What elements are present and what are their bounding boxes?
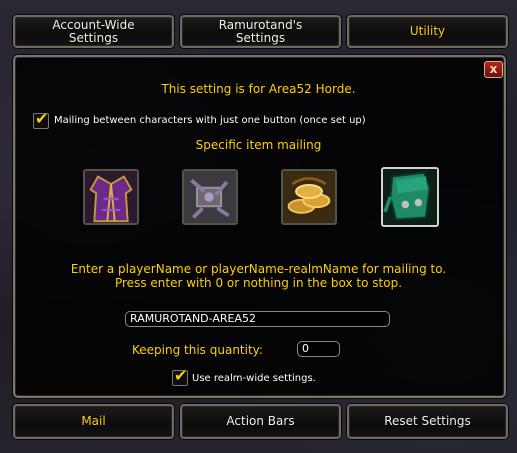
- item-slot-device[interactable]: [182, 169, 238, 225]
- tab-utility-label: Utility: [409, 24, 446, 38]
- green-leather-bag-icon: [383, 169, 437, 225]
- tab-character-line2: Settings: [235, 30, 286, 45]
- tab-utility[interactable]: Utility: [347, 15, 508, 48]
- tab-character-line1: Ramurotand's: [218, 17, 303, 32]
- tab-mail-label: Mail: [81, 414, 106, 428]
- item-slot-bag[interactable]: [381, 167, 439, 227]
- mailing-checkbox-label: Mailing between characters with just one…: [54, 115, 366, 126]
- tab-action-bars-label: Action Bars: [226, 414, 295, 428]
- tab-account-wide-settings[interactable]: Account-Wide Settings: [13, 15, 174, 48]
- reset-settings-button[interactable]: Reset Settings: [347, 404, 508, 439]
- engineering-device-icon: [184, 171, 236, 223]
- tab-mail[interactable]: Mail: [13, 404, 174, 439]
- instruction-line-2: Press enter with 0 or nothing in the box…: [114, 276, 403, 290]
- recipient-input[interactable]: RAMUROTAND-AREA52: [125, 311, 390, 327]
- tab-account-wide-line1: Account-Wide: [52, 17, 135, 32]
- item-slot-coins[interactable]: [281, 169, 337, 225]
- close-icon: x: [489, 62, 498, 76]
- realm-setting-notice: This setting is for Area52 Horde.: [161, 82, 356, 96]
- specific-item-heading: Specific item mailing: [195, 138, 322, 152]
- tab-character-settings[interactable]: Ramurotand's Settings: [180, 15, 341, 48]
- mailing-checkbox[interactable]: [33, 109, 49, 129]
- quantity-input[interactable]: 0: [297, 341, 340, 357]
- realm-wide-checkbox[interactable]: [172, 366, 188, 386]
- instruction-text: Enter a playerName or playerName-realmNa…: [0, 262, 517, 290]
- purple-robe-icon: [85, 171, 137, 223]
- realm-wide-label: Use realm-wide settings.: [192, 373, 316, 384]
- reset-settings-label: Reset Settings: [384, 414, 471, 428]
- tab-account-wide-line2: Settings: [68, 30, 119, 45]
- gold-coins-icon: [283, 171, 335, 223]
- item-slot-robe[interactable]: [83, 169, 139, 225]
- close-button[interactable]: x: [484, 61, 503, 78]
- quantity-label: Keeping this quantity:: [132, 343, 263, 357]
- instruction-line-1: Enter a playerName or playerName-realmNa…: [70, 262, 447, 276]
- tab-action-bars[interactable]: Action Bars: [180, 404, 341, 439]
